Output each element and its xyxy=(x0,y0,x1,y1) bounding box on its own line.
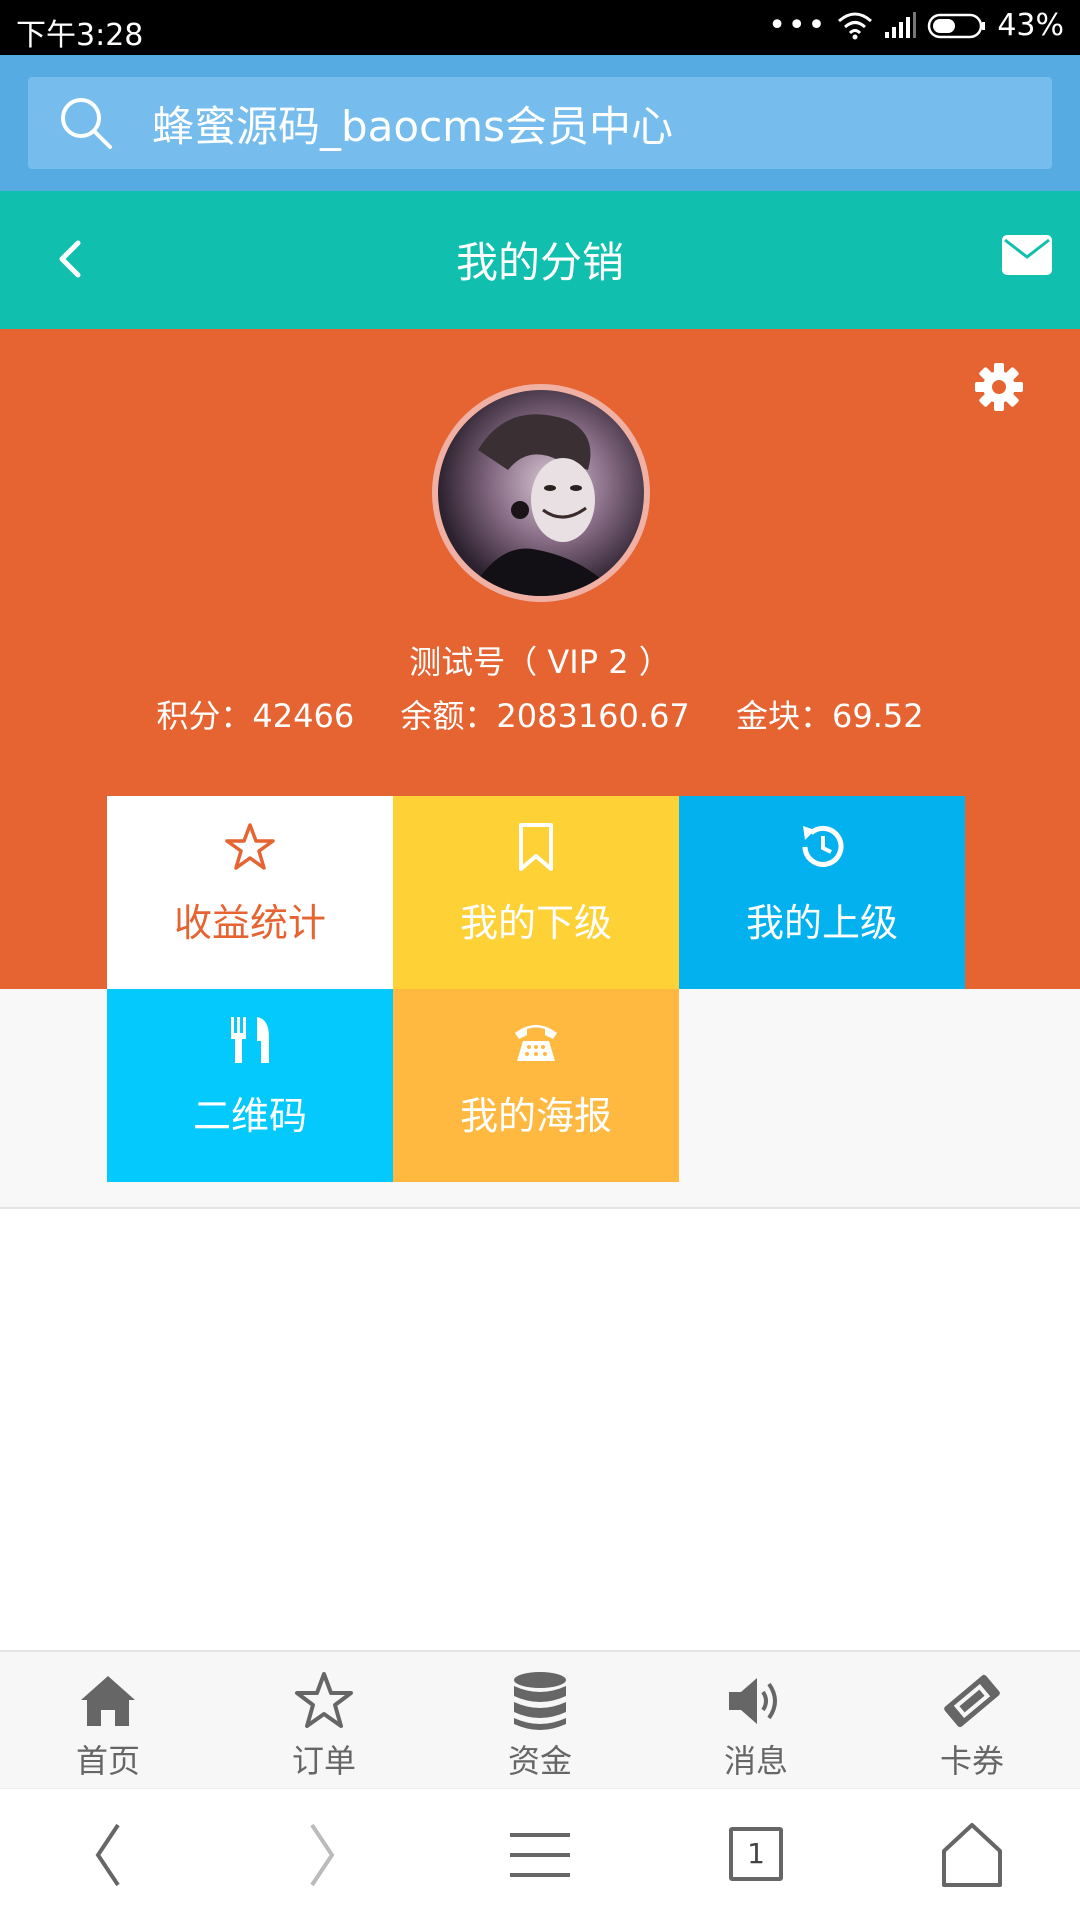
search-input[interactable]: 蜂蜜源码_baocms会员中心 xyxy=(28,77,1052,169)
tab-label: 订单 xyxy=(291,1742,356,1780)
gold-value: 金块：69.52 xyxy=(735,697,924,735)
tab-label: 卡券 xyxy=(939,1742,1004,1780)
battery-icon xyxy=(928,13,986,38)
tile-my-downline[interactable]: 我的下级 xyxy=(393,796,679,989)
tile-label: 二维码 xyxy=(192,1094,307,1138)
star-outline-icon xyxy=(225,823,275,870)
tab-label: 首页 xyxy=(75,1742,140,1780)
battery-level: 43% xyxy=(997,8,1064,43)
header-bar: 我的分销 xyxy=(0,191,1080,329)
browser-home-icon[interactable] xyxy=(922,1811,1022,1899)
balance-value: 余额：2083160.67 xyxy=(400,697,690,735)
search-bar: 蜂蜜源码_baocms会员中心 xyxy=(0,55,1080,191)
database-icon xyxy=(514,1672,566,1730)
browser-nav-bar: 1 xyxy=(0,1788,1080,1920)
home-icon xyxy=(81,1676,135,1726)
tile-earnings-stats[interactable]: 收益统计 xyxy=(107,796,393,989)
bottom-tab-bar: 首页 订单 资金 消息 卡券 xyxy=(0,1650,1080,1788)
phone-icon xyxy=(515,1025,557,1061)
search-text: 蜂蜜源码_baocms会员中心 xyxy=(152,101,673,151)
tab-messages[interactable]: 消息 xyxy=(648,1652,864,1790)
ticket-icon xyxy=(944,1674,1000,1728)
tile-my-upline[interactable]: 我的上级 xyxy=(679,796,965,989)
page-title: 我的分销 xyxy=(455,238,624,287)
status-bar: 下午3:28 ••• 43% xyxy=(0,0,1080,55)
tab-home[interactable]: 首页 xyxy=(0,1652,216,1790)
tile-qrcode[interactable]: 二维码 xyxy=(107,989,393,1182)
cutlery-icon xyxy=(231,1017,269,1063)
browser-menu-icon[interactable] xyxy=(490,1811,590,1899)
volume-icon xyxy=(729,1678,777,1724)
tab-funds[interactable]: 资金 xyxy=(432,1652,648,1790)
user-name: 测试号（ VIP 2 ） xyxy=(409,643,671,681)
signal-icon xyxy=(885,11,917,38)
more-dots-icon: ••• xyxy=(768,8,828,43)
tile-my-poster[interactable]: 我的海报 xyxy=(393,989,679,1182)
tile-label: 我的上级 xyxy=(745,901,898,945)
tile-label: 收益统计 xyxy=(173,901,326,945)
avatar[interactable] xyxy=(432,384,650,602)
tab-coupons[interactable]: 卡券 xyxy=(864,1652,1080,1790)
mail-icon[interactable] xyxy=(1002,235,1052,275)
points-value: 积分：42466 xyxy=(156,697,355,735)
browser-forward-icon[interactable] xyxy=(272,1811,372,1899)
bookmark-icon xyxy=(519,823,553,871)
settings-gear-icon[interactable] xyxy=(973,361,1025,413)
tile-label: 我的海报 xyxy=(459,1094,612,1138)
avatar-image xyxy=(438,390,644,596)
tab-label: 资金 xyxy=(507,1742,572,1780)
star-icon xyxy=(295,1672,353,1728)
tab-label: 消息 xyxy=(723,1742,788,1780)
user-stats: 积分：42466 余额：2083160.67 金块：69.52 xyxy=(0,691,1080,737)
browser-back-icon[interactable] xyxy=(58,1811,158,1899)
tile-label: 我的下级 xyxy=(459,901,612,945)
history-icon xyxy=(802,825,844,867)
status-time: 下午3:28 xyxy=(16,18,144,53)
search-icon xyxy=(61,98,112,149)
browser-tabs-button[interactable]: 1 xyxy=(705,1811,805,1899)
tab-count: 1 xyxy=(729,1827,783,1881)
wifi-icon xyxy=(838,12,873,39)
tab-orders[interactable]: 订单 xyxy=(216,1652,432,1790)
